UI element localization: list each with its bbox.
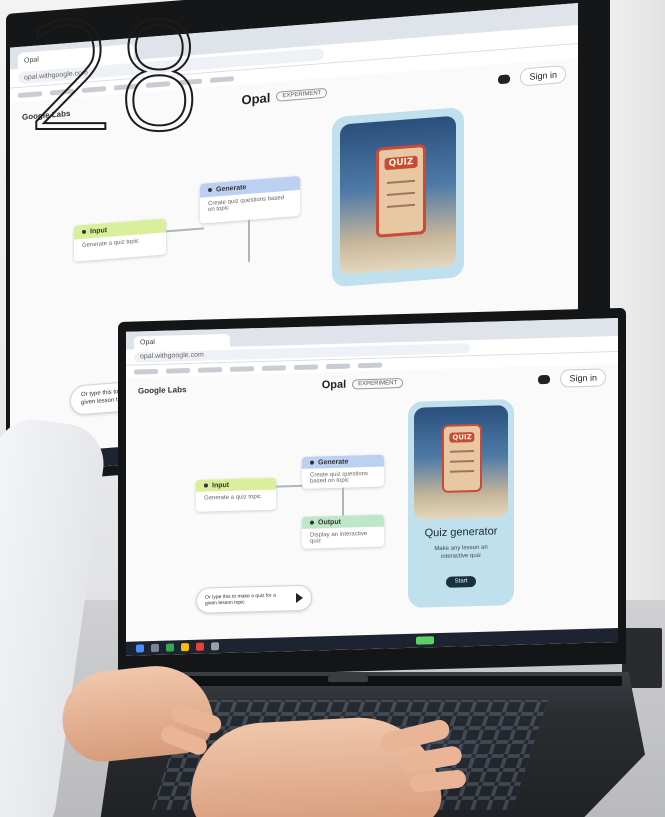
discord-icon[interactable]	[538, 374, 551, 384]
app-title-group: Opal EXPERIMENT	[242, 85, 328, 107]
start-button[interactable]: Start	[446, 576, 476, 588]
input-node[interactable]: Input Generate a quiz topic	[196, 477, 276, 512]
header-actions: Sign in	[538, 368, 606, 388]
input-node[interactable]: Input Generate a quiz topic	[74, 218, 166, 262]
quiz-label: QUIZ	[449, 432, 475, 443]
input-node-title: Input	[90, 226, 108, 235]
quiz-illustration: QUIZ	[340, 115, 456, 275]
quiz-line	[386, 179, 416, 185]
preview-description: Make any lesson an interactive quiz	[434, 544, 488, 561]
connector-line	[166, 227, 204, 233]
experiment-badge: EXPERIMENT	[352, 378, 404, 390]
bookmark-item[interactable]	[166, 367, 190, 374]
node-dot-icon	[208, 187, 212, 193]
app-icon[interactable]	[166, 643, 174, 652]
photo-scene: Opal opal.withgoogle.com Google Labs Opa…	[0, 0, 665, 817]
input-node-title: Input	[212, 481, 230, 489]
page-number: 28	[25, 0, 207, 164]
app-title: Opal	[321, 378, 347, 392]
generate-node[interactable]: Generate Create quiz questions based on …	[302, 454, 384, 489]
search-icon[interactable]	[151, 643, 159, 653]
laptop-screen: Opal opal.withgoogle.com Google Labs Opa…	[126, 318, 618, 656]
app-title-group: Opal EXPERIMENT	[321, 377, 404, 392]
quiz-book-icon: QUIZ	[442, 423, 482, 493]
generate-node[interactable]: Generate Create quiz questions based on …	[200, 175, 300, 224]
browser-icon[interactable]	[196, 642, 204, 651]
bookmark-item[interactable]	[134, 368, 158, 375]
bookmark-item[interactable]	[198, 366, 222, 373]
bookmark-item[interactable]	[358, 362, 382, 368]
quiz-illustration: QUIZ	[414, 405, 508, 520]
input-node-body: Generate a quiz topic	[204, 494, 262, 502]
bookmark-item[interactable]	[262, 364, 286, 371]
app-icon[interactable]	[211, 642, 219, 651]
bookmark-item[interactable]	[210, 75, 234, 83]
header-actions: Sign in	[498, 64, 566, 88]
laptop-hinge	[130, 676, 622, 686]
quiz-line	[386, 191, 416, 197]
quiz-line	[450, 470, 474, 473]
app-title: Opal	[241, 89, 271, 107]
output-node-body: Display an interactive quiz	[310, 531, 368, 545]
prompt-text: Or type this to make a quiz for a given …	[205, 592, 276, 607]
experiment-badge: EXPERIMENT	[276, 87, 328, 102]
prompt-input[interactable]: Or type this to make a quiz for a given …	[196, 584, 312, 614]
connector-line	[276, 484, 304, 488]
bookmark-item[interactable]	[326, 363, 350, 369]
discord-icon[interactable]	[498, 73, 511, 84]
send-icon[interactable]	[296, 592, 303, 604]
quiz-line	[450, 450, 474, 453]
app-preview-card: QUIZ	[332, 106, 464, 288]
quiz-label: QUIZ	[384, 155, 418, 171]
generate-node-title: Generate	[216, 183, 247, 193]
quiz-line	[450, 460, 474, 463]
output-node[interactable]: Output Display an interactive quiz	[302, 514, 384, 549]
bookmark-item[interactable]	[294, 363, 318, 370]
start-icon[interactable]	[136, 644, 144, 653]
connector-line	[342, 487, 344, 518]
connector-line	[248, 219, 250, 262]
browser-tab[interactable]: Opal	[134, 333, 230, 350]
flow-canvas[interactable]: Input Generate a quiz topic Generate Cre…	[126, 390, 618, 639]
output-node-title: Output	[318, 518, 341, 526]
node-dot-icon	[82, 229, 86, 235]
quiz-book-icon: QUIZ	[376, 143, 426, 238]
bookmark-item[interactable]	[230, 365, 254, 372]
generate-node-body: Create quiz questions based on topic	[310, 471, 369, 485]
battery-icon	[416, 636, 434, 645]
node-dot-icon	[310, 520, 314, 525]
brand-label[interactable]: Google Labs	[138, 385, 186, 395]
sign-in-button[interactable]: Sign in	[520, 64, 566, 87]
preview-title: Quiz generator	[424, 525, 498, 540]
quiz-line	[386, 203, 416, 209]
sign-in-button[interactable]: Sign in	[560, 368, 606, 388]
laptop-logo	[328, 676, 368, 682]
app-preview-card: QUIZ Quiz generator Make any lesson an i…	[408, 398, 514, 608]
generate-node-title: Generate	[318, 458, 349, 466]
laptop-lid: Opal opal.withgoogle.com Google Labs Opa…	[118, 307, 626, 678]
node-dot-icon	[310, 460, 314, 465]
folder-icon[interactable]	[181, 643, 189, 652]
node-dot-icon	[204, 483, 208, 488]
